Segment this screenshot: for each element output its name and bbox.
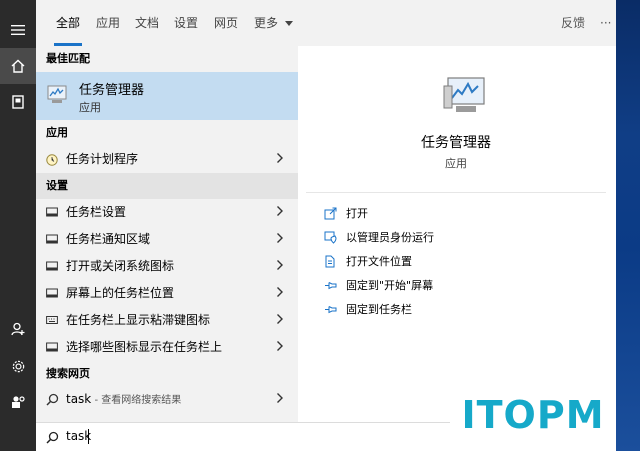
web-search-label: task - 查看网络搜索结果 [66, 386, 181, 414]
list-item-system-icons[interactable]: 打开或关闭系统图标 [36, 253, 298, 280]
feedback-button[interactable]: 反馈 [561, 0, 585, 46]
chevron-right-icon [277, 287, 283, 297]
task-manager-icon [47, 85, 67, 103]
taskbar-icon [46, 207, 58, 217]
desktop-background [616, 0, 640, 451]
list-item-label: 任务计划程序 [66, 152, 139, 166]
menu-icon[interactable] [0, 12, 36, 48]
chevron-right-icon [277, 314, 283, 324]
web-query: task [66, 392, 92, 406]
list-item-taskbar-position[interactable]: 屏幕上的任务栏位置 [36, 280, 298, 307]
tab-more[interactable]: 更多 [254, 0, 293, 46]
tab-web[interactable]: 网页 [214, 0, 238, 46]
list-item-label: 任务栏通知区域 [66, 232, 151, 246]
detail-pane: 任务管理器 应用 打开 以管理员身份运行 打开文件位置 固定到"开始"屏幕 固定… [306, 56, 606, 422]
list-item-label: 选择哪些图标显示在任务栏上 [66, 340, 223, 354]
list-item-label: 打开或关闭系统图标 [66, 259, 175, 273]
open-icon [324, 207, 337, 220]
left-rail [0, 0, 36, 451]
clock-icon [46, 154, 58, 166]
tab-apps[interactable]: 应用 [96, 0, 120, 46]
list-item-task-scheduler[interactable]: 任务计划程序 [36, 146, 298, 173]
section-apps: 应用 [46, 126, 68, 139]
best-match-title: 任务管理器 [79, 83, 145, 98]
chevron-down-icon [284, 20, 293, 26]
detail-subtitle: 应用 [445, 157, 467, 170]
detail-title: 任务管理器 [421, 135, 491, 151]
chevron-right-icon [277, 260, 283, 270]
pin-icon [325, 306, 337, 314]
list-item-label: 屏幕上的任务栏位置 [66, 286, 175, 300]
list-item-label: 任务栏设置 [66, 205, 127, 219]
detail-divider [306, 192, 606, 193]
search-icon [46, 431, 59, 444]
list-item-label: 在任务栏上显示粘滞键图标 [66, 313, 211, 327]
action-label: 打开文件位置 [346, 255, 412, 268]
settings-icon[interactable] [0, 348, 36, 384]
text-caret [88, 429, 89, 444]
chevron-right-icon [277, 206, 283, 216]
taskbar-icon [46, 342, 58, 352]
file-location-icon [325, 255, 335, 268]
list-item-choose-icons[interactable]: 选择哪些图标显示在任务栏上 [36, 334, 298, 361]
tab-settings[interactable]: 设置 [174, 0, 198, 46]
chevron-right-icon [277, 393, 283, 403]
tab-more-label: 更多 [254, 16, 279, 30]
list-item-web-search[interactable]: task - 查看网络搜索结果 [36, 386, 298, 413]
action-label: 打开 [346, 207, 368, 220]
section-settings: 设置 [36, 173, 298, 199]
more-options-button[interactable]: ··· [600, 0, 611, 46]
tab-all[interactable]: 全部 [53, 0, 83, 46]
task-manager-large-icon [443, 77, 485, 112]
action-label: 固定到任务栏 [346, 303, 412, 316]
chevron-right-icon [277, 233, 283, 243]
search-icon [46, 393, 59, 406]
list-item-sticky-keys-icon[interactable]: 在任务栏上显示粘滞键图标 [36, 307, 298, 334]
best-match-subtitle: 应用 [79, 101, 101, 114]
search-header: 全部 应用 文档 设置 网页 更多 反馈 ··· [36, 0, 616, 46]
section-web: 搜索网页 [46, 367, 90, 380]
keyboard-icon [46, 316, 58, 324]
section-best-match: 最佳匹配 [46, 52, 90, 65]
user-icon[interactable] [0, 311, 36, 347]
results-list: 最佳匹配 任务管理器 应用 应用 任务计划程序 设置 任务栏设置 任务栏通知区域… [36, 46, 298, 422]
action-label: 固定到"开始"屏幕 [346, 279, 434, 292]
home-icon[interactable] [0, 48, 36, 84]
tab-documents[interactable]: 文档 [135, 0, 159, 46]
taskbar-icon [46, 234, 58, 244]
pin-icon [325, 282, 337, 290]
chevron-right-icon [277, 341, 283, 351]
chevron-right-icon [277, 153, 283, 163]
admin-shield-icon [324, 231, 337, 244]
taskbar-icon [46, 261, 58, 271]
document-icon[interactable] [0, 84, 36, 120]
web-hint: - 查看网络搜索结果 [91, 395, 182, 406]
taskbar-icon [46, 288, 58, 298]
user-settings-icon[interactable] [0, 384, 36, 420]
action-label: 以管理员身份运行 [346, 231, 434, 244]
list-item-taskbar-settings[interactable]: 任务栏设置 [36, 199, 298, 226]
best-match-item[interactable]: 任务管理器 应用 [36, 72, 298, 120]
watermark-logo: ITOPM [450, 380, 616, 451]
list-item-notification-area[interactable]: 任务栏通知区域 [36, 226, 298, 253]
